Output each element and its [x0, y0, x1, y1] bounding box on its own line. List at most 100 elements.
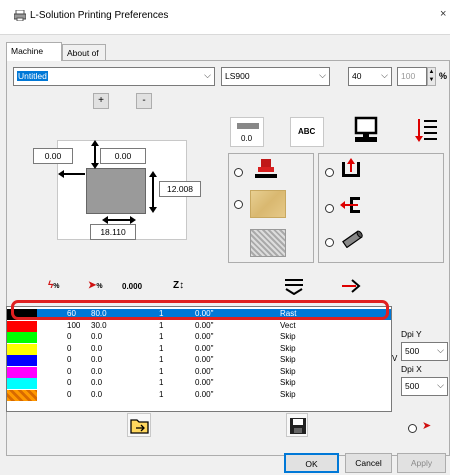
- color-swatch: [7, 389, 37, 401]
- sort-lines-icon[interactable]: [413, 116, 439, 144]
- chevron-down-icon: ⌵: [319, 70, 326, 80]
- cell-passes: 1: [159, 332, 164, 341]
- frequency-col-label: 0.000: [122, 282, 143, 291]
- cell-power: 0: [67, 355, 72, 364]
- cell-speed: 30.0: [91, 320, 107, 330]
- cell-mode: Vect: [280, 320, 296, 330]
- power-value: 40: [352, 71, 362, 81]
- power-percent-icon: ϟ%: [48, 280, 60, 291]
- engrave-direction-icon: ➤: [422, 420, 432, 432]
- cell-speed: 0.0: [91, 389, 103, 399]
- speed-value: 100: [401, 71, 416, 81]
- cell-mode: Skip: [280, 366, 296, 376]
- dpi-y-value: 500: [405, 346, 420, 356]
- abc-label: ABC: [298, 127, 316, 136]
- text-mode-button[interactable]: ABC: [290, 117, 324, 147]
- cell-power: 0: [67, 332, 72, 341]
- folder-icon: [130, 419, 149, 434]
- table-row[interactable]: 100 30.0 1 0.00" Vect: [7, 320, 391, 332]
- color-swatch: [7, 366, 37, 378]
- tab-machine[interactable]: Machine: [6, 42, 62, 61]
- remove-button[interactable]: -: [136, 93, 152, 109]
- speed-field[interactable]: 100: [397, 67, 427, 86]
- mode-radio-feed[interactable]: [325, 204, 334, 213]
- rotary-icon: [342, 230, 363, 248]
- cell-passes: 1: [159, 378, 164, 387]
- mode-icon: [285, 279, 303, 295]
- power-select[interactable]: 40 ⌵: [348, 67, 392, 86]
- cell-speed: 0.0: [91, 343, 103, 353]
- open-folder-button[interactable]: [127, 413, 151, 437]
- lift-icon: [342, 158, 360, 177]
- save-button[interactable]: [286, 413, 308, 437]
- printer-icon: [14, 10, 26, 21]
- cell-mode: Skip: [280, 355, 296, 364]
- speed-spinner[interactable]: ▲ ▼: [427, 67, 436, 86]
- cell-z: 0.00": [195, 366, 214, 376]
- table-row[interactable]: 0 0.0 1 0.00" Skip: [7, 332, 391, 343]
- add-button[interactable]: +: [93, 93, 109, 109]
- color-swatch: [7, 320, 37, 332]
- unidirectional-radio[interactable]: [408, 424, 417, 433]
- cell-power: 0: [67, 366, 72, 376]
- cell-z: 0.00": [195, 343, 214, 353]
- cell-power: 100: [67, 320, 81, 330]
- cell-z: 0.00": [195, 378, 214, 387]
- table-row[interactable]: 0 0.0 1 0.00" Skip: [7, 343, 391, 355]
- v-label: V: [392, 354, 398, 363]
- table-row[interactable]: 0 0.0 1 0.00" Skip: [7, 389, 391, 401]
- close-button[interactable]: ×: [440, 8, 450, 20]
- color-swatch: [7, 378, 37, 389]
- machine-select[interactable]: LS900 ⌵: [221, 67, 330, 86]
- floppy-disk-icon: [290, 418, 306, 434]
- mode-radio-lift[interactable]: [325, 168, 334, 177]
- material-radio-stamp[interactable]: [234, 168, 243, 177]
- cell-z: 0.00": [195, 332, 214, 341]
- material-radio-wood[interactable]: [234, 200, 243, 209]
- cell-speed: 0.0: [91, 378, 103, 387]
- z-col-label: Z↕: [173, 280, 185, 291]
- table-row[interactable]: 0 0.0 1 0.00" Skip: [7, 355, 391, 366]
- window-title: L-Solution Printing Preferences: [30, 10, 169, 21]
- dimension-arrows-icon: [58, 140, 157, 224]
- selection-highlight: [11, 300, 389, 320]
- cell-mode: Skip: [280, 378, 296, 387]
- layer-table[interactable]: 60 80.0 1 0.00" Rast 100 30.0 1 0.00" Vect 0 0.0 1 0.…: [6, 306, 392, 412]
- fabric-icon[interactable]: [250, 229, 286, 257]
- mode-radio-rotary[interactable]: [325, 238, 334, 247]
- dpi-x-select[interactable]: 500 ⌵: [401, 377, 448, 396]
- chevron-down-icon: ⌵: [437, 380, 444, 390]
- color-swatch: [7, 343, 37, 355]
- line-setting-button[interactable]: 0.0: [230, 117, 264, 147]
- cell-mode: Skip: [280, 343, 296, 353]
- cell-passes: 1: [159, 343, 164, 353]
- apply-button[interactable]: Apply: [397, 453, 446, 473]
- table-row[interactable]: 0 0.0 1 0.00" Skip: [7, 378, 391, 389]
- cell-z: 0.00": [195, 320, 214, 330]
- stamp-icon: [255, 159, 277, 178]
- title-bar: L-Solution Printing Preferences ×: [0, 0, 450, 34]
- cell-speed: 0.0: [91, 366, 103, 376]
- mode-group: [318, 153, 444, 263]
- machine-value: LS900: [225, 71, 250, 81]
- profile-select[interactable]: Untitled ⌵: [13, 67, 215, 86]
- chevron-down-icon: ⌵: [437, 345, 444, 355]
- chevron-down-icon: ⌵: [381, 70, 388, 80]
- cell-mode: Skip: [280, 389, 296, 399]
- cell-z: 0.00": [195, 355, 214, 364]
- cancel-button[interactable]: Cancel: [345, 453, 392, 473]
- ok-button[interactable]: OK: [284, 453, 339, 473]
- cell-passes: 1: [159, 355, 164, 364]
- cell-power: 0: [67, 343, 72, 353]
- color-swatch: [7, 355, 37, 366]
- dpi-y-select[interactable]: 500 ⌵: [401, 342, 448, 361]
- profile-value: Untitled: [17, 71, 48, 81]
- cell-mode: Skip: [280, 332, 296, 341]
- tab-about[interactable]: About of: [62, 44, 106, 60]
- monitor-icon[interactable]: [353, 116, 379, 144]
- output-icon: [342, 279, 361, 293]
- cell-passes: 1: [159, 389, 164, 399]
- table-row[interactable]: 0 0.0 1 0.00" Skip: [7, 366, 391, 378]
- color-swatch: [7, 332, 37, 343]
- power-col-label: %: [53, 283, 60, 290]
